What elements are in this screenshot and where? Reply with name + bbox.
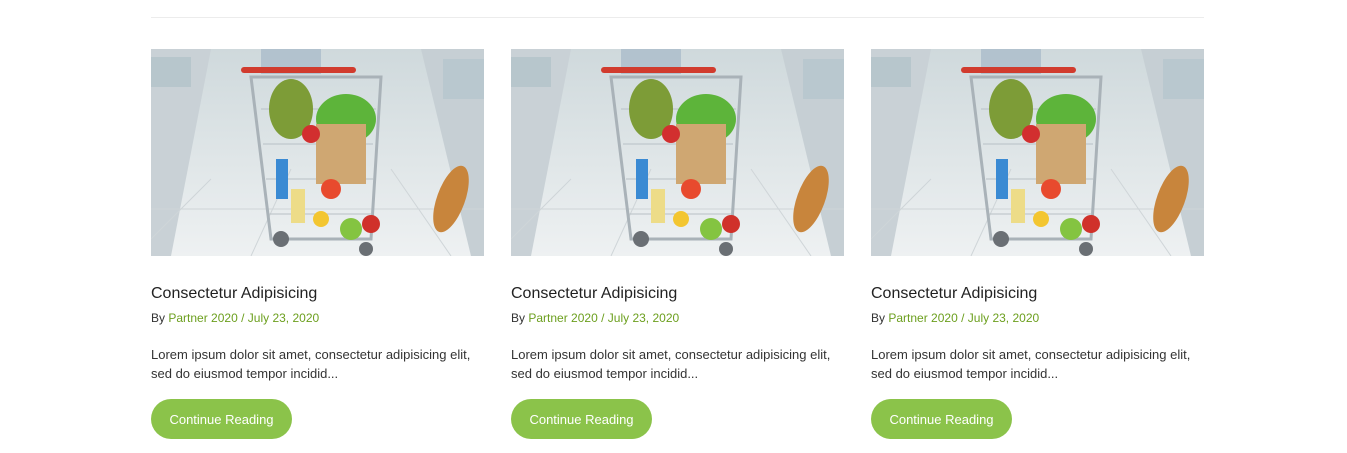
- meta-separator: /: [601, 311, 605, 325]
- blog-post-grid: Consectetur Adipisicing By Partner 2020 …: [151, 49, 1204, 439]
- blog-card: Consectetur Adipisicing By Partner 2020 …: [151, 49, 484, 439]
- author-link[interactable]: Partner 2020: [168, 311, 237, 325]
- continue-reading-button[interactable]: Continue Reading: [151, 399, 292, 439]
- post-title[interactable]: Consectetur Adipisicing: [151, 283, 484, 305]
- shopping-cart-photo-icon: [871, 49, 1204, 256]
- post-title[interactable]: Consectetur Adipisicing: [511, 283, 844, 305]
- meta-separator: /: [241, 311, 245, 325]
- top-divider: [151, 17, 1204, 18]
- shopping-cart-photo-icon: [151, 49, 484, 256]
- continue-reading-button[interactable]: Continue Reading: [871, 399, 1012, 439]
- post-thumbnail-image[interactable]: [511, 49, 844, 256]
- post-title[interactable]: Consectetur Adipisicing: [871, 283, 1204, 305]
- continue-reading-button[interactable]: Continue Reading: [511, 399, 652, 439]
- by-label: By: [871, 311, 886, 325]
- post-excerpt: Lorem ipsum dolor sit amet, consectetur …: [511, 347, 831, 381]
- by-label: By: [511, 311, 526, 325]
- blog-card: Consectetur Adipisicing By Partner 2020 …: [511, 49, 844, 439]
- post-meta: By Partner 2020 / July 23, 2020: [151, 310, 484, 326]
- post-date-link[interactable]: July 23, 2020: [248, 311, 319, 325]
- post-date-link[interactable]: July 23, 2020: [968, 311, 1039, 325]
- post-excerpt: Lorem ipsum dolor sit amet, consectetur …: [151, 347, 471, 381]
- shopping-cart-photo-icon: [511, 49, 844, 256]
- post-meta: By Partner 2020 / July 23, 2020: [511, 310, 844, 326]
- post-thumbnail-image[interactable]: [151, 49, 484, 256]
- by-label: By: [151, 311, 166, 325]
- post-date-link[interactable]: July 23, 2020: [608, 311, 679, 325]
- author-link[interactable]: Partner 2020: [888, 311, 957, 325]
- blog-card: Consectetur Adipisicing By Partner 2020 …: [871, 49, 1204, 439]
- post-thumbnail-image[interactable]: [871, 49, 1204, 256]
- post-meta: By Partner 2020 / July 23, 2020: [871, 310, 1204, 326]
- author-link[interactable]: Partner 2020: [528, 311, 597, 325]
- meta-separator: /: [961, 311, 965, 325]
- post-excerpt: Lorem ipsum dolor sit amet, consectetur …: [871, 347, 1191, 381]
